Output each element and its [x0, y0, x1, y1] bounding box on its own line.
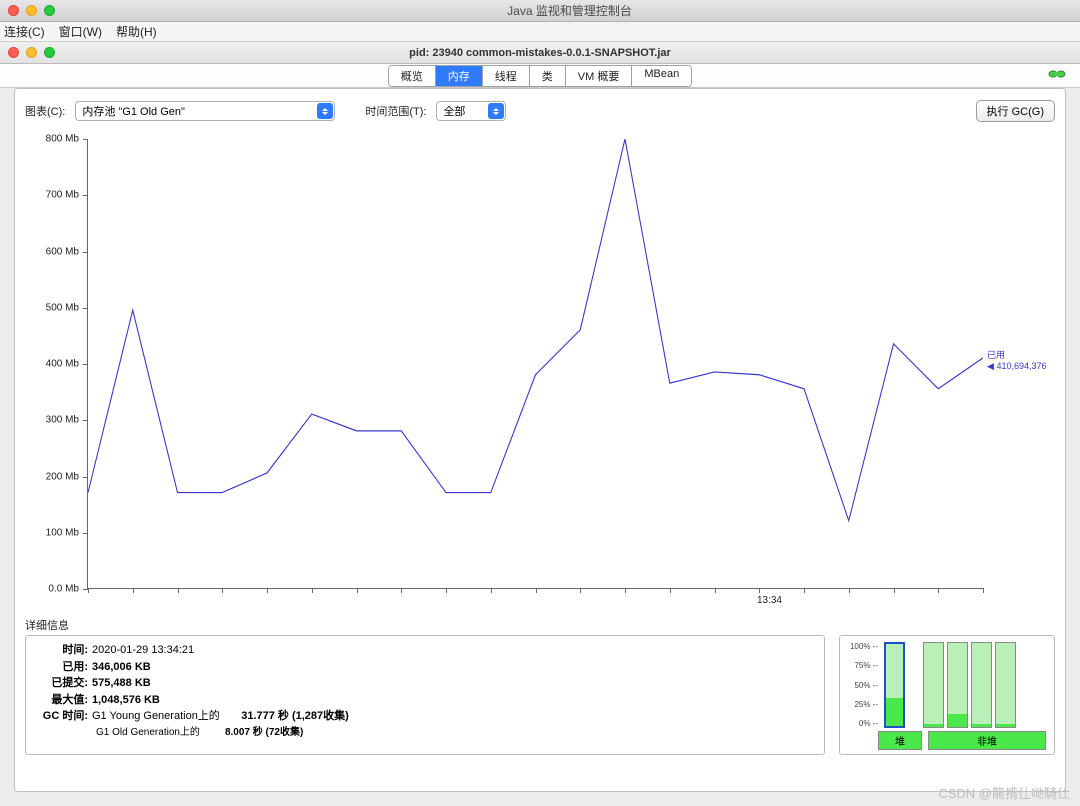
details-box: 时间:2020-01-29 13:34:21 已用:346,006 KB 已提交…	[25, 635, 825, 755]
x-tick-label: 13:34	[757, 595, 782, 605]
time-range-label: 时间范围(T):	[365, 103, 426, 119]
tabs: 概览 内存 线程 类 VM 概要 MBean	[388, 65, 692, 87]
tab-overview[interactable]: 概览	[389, 66, 436, 86]
y-tick-label: 600 Mb	[46, 246, 79, 257]
minimize-icon[interactable]	[26, 5, 37, 16]
committed-value: 575,488 KB	[92, 675, 151, 692]
minimize-icon[interactable]	[26, 47, 37, 58]
tabs-row: 概览 内存 线程 类 VM 概要 MBean	[0, 64, 1080, 88]
menu-window[interactable]: 窗口(W)	[59, 23, 102, 40]
annotation-arrow-icon: ◀	[987, 361, 994, 371]
gc-old-label: G1 Old Generation上的	[96, 727, 200, 738]
time-range-value: 全部	[443, 103, 465, 119]
memory-bar[interactable]	[947, 642, 968, 728]
y-axis: 0.0 Mb100 Mb200 Mb300 Mb400 Mb500 Mb600 …	[25, 129, 83, 589]
chevron-updown-icon	[317, 103, 333, 119]
heap-label[interactable]: 堆	[878, 731, 922, 750]
annotation-label: 已用	[987, 350, 1055, 361]
gc-young-value: 31.777 秒 (1,287收集)	[241, 710, 349, 722]
time-range-select[interactable]: 全部	[436, 101, 506, 121]
close-icon[interactable]	[8, 47, 19, 58]
chart-annotation: 已用 ◀ 410,694,376	[987, 350, 1055, 372]
window-titlebar: Java 监视和管理控制台	[0, 0, 1080, 22]
details-row: 时间:2020-01-29 13:34:21 已用:346,006 KB 已提交…	[25, 635, 1055, 755]
bars-scale: 100% -- 75% -- 50% -- 25% -- 0% --	[848, 642, 878, 728]
nonheap-bars[interactable]	[923, 642, 1016, 728]
committed-key: 已提交:	[36, 675, 92, 692]
maximize-icon[interactable]	[44, 5, 55, 16]
y-tick-label: 300 Mb	[46, 415, 79, 426]
memory-bars-box: 100% -- 75% -- 50% -- 25% -- 0% -- 堆 非堆	[839, 635, 1055, 755]
controls-row: 图表(C): 内存池 "G1 Old Gen" 时间范围(T): 全部 执行 G…	[25, 99, 1055, 123]
bars-scale-tick: 25% --	[848, 700, 878, 709]
chart-select[interactable]: 内存池 "G1 Old Gen"	[75, 101, 335, 121]
chart-plot[interactable]	[87, 139, 983, 589]
gc-young-label: G1 Young Generation上的	[92, 710, 220, 722]
max-key: 最大值:	[36, 692, 92, 709]
menu-help[interactable]: 帮助(H)	[116, 23, 157, 40]
tab-threads[interactable]: 线程	[483, 66, 530, 86]
nonheap-label[interactable]: 非堆	[928, 731, 1046, 750]
time-value: 2020-01-29 13:34:21	[92, 642, 194, 659]
y-tick-label: 700 Mb	[46, 190, 79, 201]
bars-scale-tick: 100% --	[848, 642, 878, 651]
used-key: 已用:	[36, 659, 92, 676]
menu-connect[interactable]: 连接(C)	[4, 23, 45, 40]
content-panel: 图表(C): 内存池 "G1 Old Gen" 时间范围(T): 全部 执行 G…	[14, 88, 1066, 792]
max-value: 1,048,576 KB	[92, 692, 160, 709]
memory-chart: 0.0 Mb 100 Mb 200 Mb 300 Mb 400 Mb 500 Mb 600 …	[25, 129, 1055, 609]
details-header: 详细信息	[25, 617, 1055, 633]
gc-old-value: 8.007 秒 (72收集)	[225, 727, 303, 738]
maximize-icon[interactable]	[44, 47, 55, 58]
used-value: 346,006 KB	[92, 659, 151, 676]
chart-label: 图表(C):	[25, 103, 65, 119]
time-key: 时间:	[36, 642, 92, 659]
menubar: 连接(C) 窗口(W) 帮助(H)	[0, 22, 1080, 42]
y-tick-label: 400 Mb	[46, 359, 79, 370]
heap-bars[interactable]	[884, 642, 905, 728]
memory-bar[interactable]	[971, 642, 992, 728]
tab-vm[interactable]: VM 概要	[566, 66, 633, 86]
window-traffic-lights	[8, 5, 55, 16]
document-traffic-lights	[8, 47, 55, 58]
y-tick-label: 0.0 Mb	[48, 584, 79, 595]
tab-memory[interactable]: 内存	[436, 66, 483, 86]
perform-gc-button[interactable]: 执行 GC(G)	[976, 100, 1055, 122]
y-tick-label: 500 Mb	[46, 302, 79, 313]
gc-key: GC 时间:	[36, 708, 92, 725]
bars-scale-tick: 75% --	[848, 661, 878, 670]
y-tick-label: 800 Mb	[46, 134, 79, 145]
y-tick-label: 200 Mb	[46, 471, 79, 482]
bars-scale-tick: 0% --	[848, 719, 878, 728]
y-tick-label: 100 Mb	[46, 527, 79, 538]
chevron-updown-icon	[488, 103, 504, 119]
connection-status-icon	[1048, 68, 1066, 80]
document-title: pid: 23940 common-mistakes-0.0.1-SNAPSHO…	[409, 47, 671, 59]
chart-select-value: 内存池 "G1 Old Gen"	[82, 103, 185, 119]
bars-scale-tick: 50% --	[848, 681, 878, 690]
memory-bar[interactable]	[923, 642, 944, 728]
tab-mbean[interactable]: MBean	[632, 66, 691, 86]
memory-bar[interactable]	[995, 642, 1016, 728]
chart-line-svg	[88, 139, 983, 588]
document-titlebar: pid: 23940 common-mistakes-0.0.1-SNAPSHO…	[0, 42, 1080, 64]
tab-classes[interactable]: 类	[530, 66, 566, 86]
window-title: Java 监视和管理控制台	[67, 2, 1072, 19]
annotation-value: 410,694,376	[996, 361, 1046, 371]
close-icon[interactable]	[8, 5, 19, 16]
memory-bar[interactable]	[884, 642, 905, 728]
